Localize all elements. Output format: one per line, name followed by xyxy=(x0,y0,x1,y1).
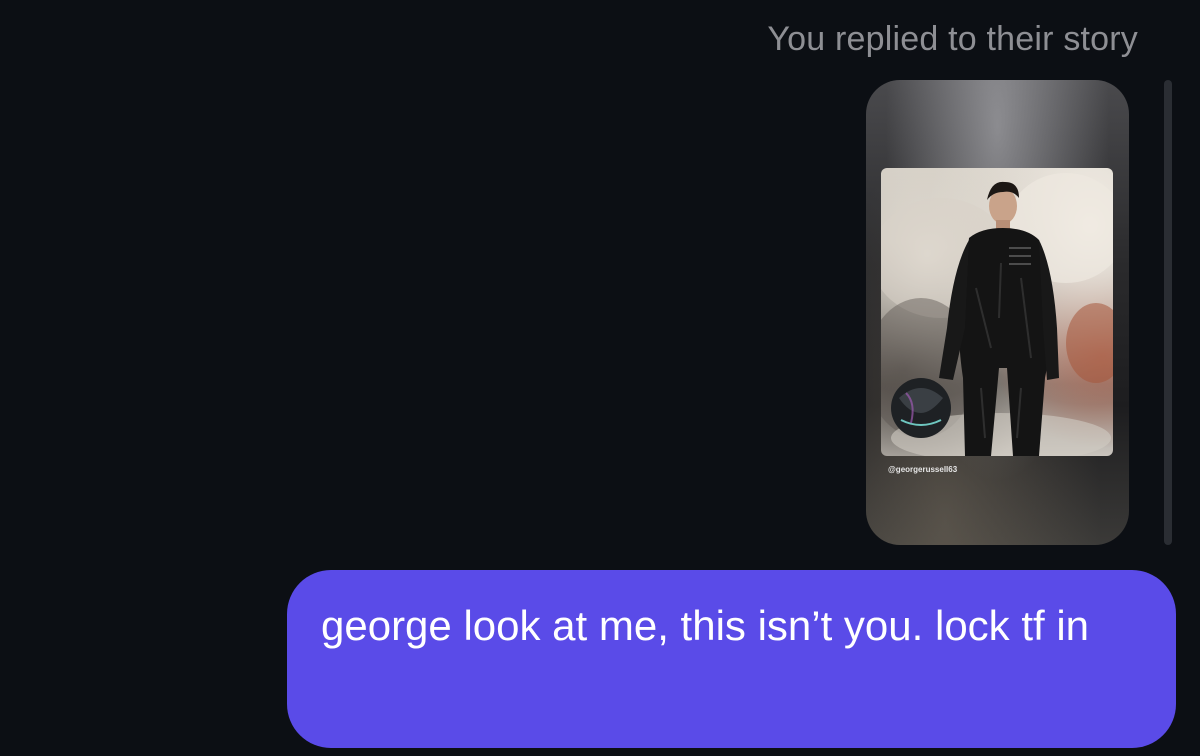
story-reply-caption: You replied to their story xyxy=(767,20,1138,58)
driver-figure-illustration xyxy=(881,173,1113,456)
story-author-handle: @georgerussell63 xyxy=(888,465,958,474)
message-text: george look at me, this isn’t you. lock … xyxy=(321,602,1090,649)
dm-thread: You replied to their story @georgerussel… xyxy=(0,0,1200,756)
sent-message-bubble[interactable]: george look at me, this isn’t you. lock … xyxy=(287,570,1176,748)
story-photo xyxy=(881,168,1113,456)
story-preview-card[interactable]: @georgerussell63 xyxy=(866,80,1129,545)
scrollbar[interactable] xyxy=(1164,80,1172,545)
